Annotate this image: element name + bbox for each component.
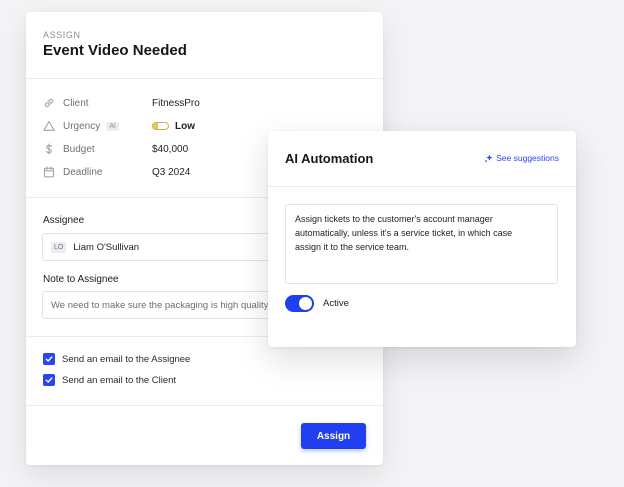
field-client: Client FitnessPro (43, 95, 363, 111)
checkbox-row-assignee[interactable]: Send an email to the Assignee (43, 353, 190, 365)
active-toggle-label: Active (323, 298, 349, 309)
field-label-client: Client (63, 97, 89, 109)
see-suggestions-link[interactable]: See suggestions (484, 153, 559, 163)
field-value-urgency: Low (152, 118, 195, 134)
note-label: Note to Assignee (43, 274, 119, 285)
avatar: LO (51, 241, 67, 253)
field-value-deadline: Q3 2024 (152, 166, 191, 178)
link-icon (43, 97, 55, 109)
divider (26, 405, 383, 406)
ai-automation-card: AI Automation See suggestions Assign tic… (268, 131, 576, 347)
field-label-deadline: Deadline (63, 166, 103, 178)
checkbox-label-assignee: Send an email to the Assignee (62, 353, 191, 365)
assignee-name: Liam O'Sullivan (73, 241, 140, 253)
field-label-budget: Budget (63, 143, 95, 155)
dollar-icon (43, 143, 55, 155)
see-suggestions-label: See suggestions (496, 153, 559, 163)
ai-badge: AI (106, 121, 119, 131)
field-label-urgency: Urgency (63, 120, 101, 132)
field-value-budget: $40,000 (152, 143, 189, 155)
ai-automation-title: AI Automation (285, 151, 374, 166)
rule-line: Assign tickets to the customer's account… (295, 214, 493, 224)
divider (26, 78, 383, 79)
divider (268, 186, 576, 187)
rule-line: assign it to the service team. (295, 241, 410, 252)
rule-line: automatically, unless it's a service tic… (295, 227, 513, 238)
assign-button[interactable]: Assign (301, 423, 366, 449)
checkbox-assignee[interactable] (43, 353, 55, 365)
active-toggle-row: Active (285, 295, 349, 312)
urgency-level-icon (152, 122, 169, 130)
checkbox-row-client[interactable]: Send an email to the Client (43, 374, 176, 386)
field-value-client: FitnessPro (152, 97, 200, 109)
automation-rule-textarea[interactable]: Assign tickets to the customer's account… (285, 204, 558, 284)
page-title: Event Video Needed (43, 42, 187, 59)
sparkle-icon (484, 153, 493, 162)
note-text: We need to make sure the packaging is hi… (51, 299, 287, 311)
assignee-label: Assignee (43, 215, 85, 226)
warning-icon (43, 120, 55, 132)
checkbox-label-client: Send an email to the Client (62, 374, 177, 386)
calendar-icon (43, 166, 55, 178)
assign-eyebrow: ASSIGN (43, 30, 81, 40)
checkbox-client[interactable] (43, 374, 55, 386)
urgency-value: Low (175, 120, 195, 132)
active-toggle[interactable] (285, 295, 314, 312)
